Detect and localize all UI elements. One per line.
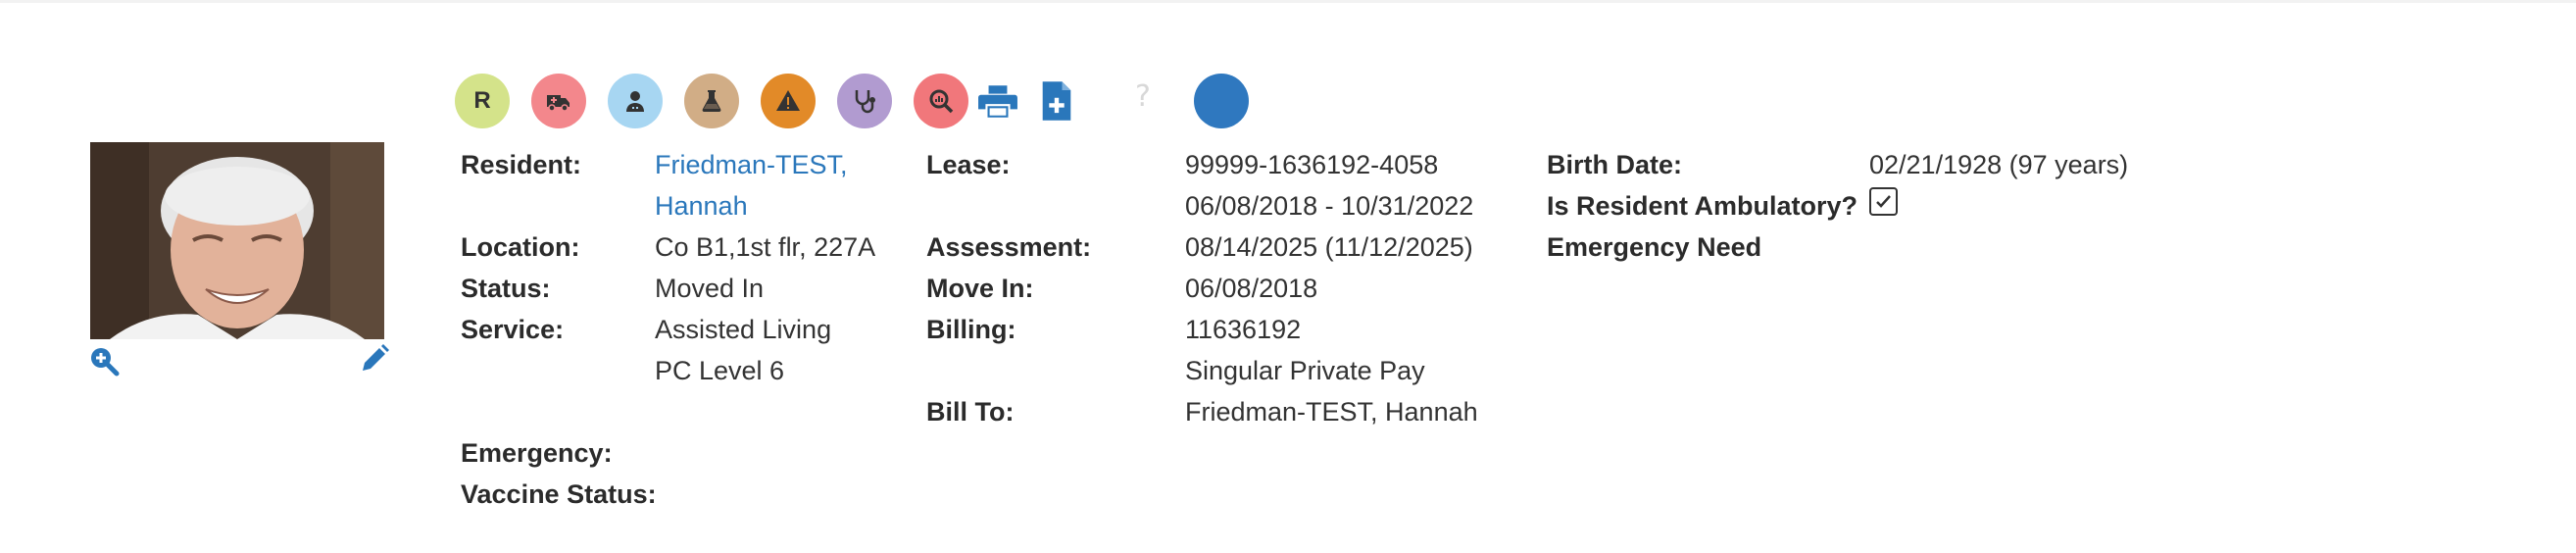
ambulatory-checkbox[interactable] <box>1869 187 1898 216</box>
lease-number: 99999-1636192-4058 <box>1185 150 1439 179</box>
billing-type: Singular Private Pay <box>1185 356 1425 385</box>
ambulance-icon[interactable] <box>531 74 586 128</box>
doctor-icon[interactable] <box>608 74 663 128</box>
zoom-in-icon[interactable] <box>88 345 120 377</box>
status-label: Status: <box>461 274 551 303</box>
emergency-label: Emergency: <box>461 438 613 468</box>
lab-flask-icon[interactable] <box>684 74 739 128</box>
resident-name-link-line2[interactable]: Hannah <box>655 185 748 226</box>
resident-badge-letter: R <box>473 87 491 114</box>
search-chart-icon[interactable] <box>914 74 968 128</box>
service-label: Service: <box>461 315 565 344</box>
help-icon[interactable]: ? <box>1135 79 1151 114</box>
move-in-value: 06/08/2018 <box>1185 274 1318 303</box>
birth-date-value: 02/21/1928 (97 years) <box>1869 150 2129 179</box>
checkmark-icon <box>1876 195 1891 208</box>
status-dot[interactable] <box>1194 74 1249 128</box>
lease-period: 06/08/2018 - 10/31/2022 <box>1185 191 1474 221</box>
top-border <box>0 0 2576 3</box>
status-value: Moved In <box>655 274 765 303</box>
printer-icon[interactable] <box>974 77 1021 125</box>
location-label: Location: <box>461 232 580 262</box>
edit-pencil-icon[interactable] <box>359 343 390 375</box>
birth-date-label: Birth Date: <box>1547 150 1683 179</box>
billing-label: Billing: <box>926 315 1016 344</box>
emergency-need-label: Emergency Need <box>1547 232 1762 262</box>
add-document-icon[interactable] <box>1033 77 1080 125</box>
resident-name-link[interactable]: Friedman-TEST, <box>655 144 848 185</box>
billing-number: 11636192 <box>1185 315 1302 344</box>
bill-to-value: Friedman-TEST, Hannah <box>1185 397 1478 427</box>
vaccine-status-label: Vaccine Status: <box>461 479 657 509</box>
resident-badge[interactable]: R <box>455 74 510 128</box>
stethoscope-icon[interactable] <box>837 74 892 128</box>
resident-label: Resident: <box>461 150 582 179</box>
assessment-label: Assessment: <box>926 232 1092 262</box>
resident-photo <box>90 142 384 339</box>
service-level-value: PC Level 6 <box>655 356 785 385</box>
assessment-value: 08/14/2025 (11/12/2025) <box>1185 232 1473 262</box>
warning-icon[interactable] <box>761 74 816 128</box>
service-value: Assisted Living <box>655 315 832 344</box>
lease-label: Lease: <box>926 150 1011 179</box>
ambulatory-label: Is Resident Ambulatory? <box>1547 191 1858 221</box>
bill-to-label: Bill To: <box>926 397 1015 427</box>
location-value: Co B1,1st flr, 227A <box>655 232 876 262</box>
move-in-label: Move In: <box>926 274 1034 303</box>
